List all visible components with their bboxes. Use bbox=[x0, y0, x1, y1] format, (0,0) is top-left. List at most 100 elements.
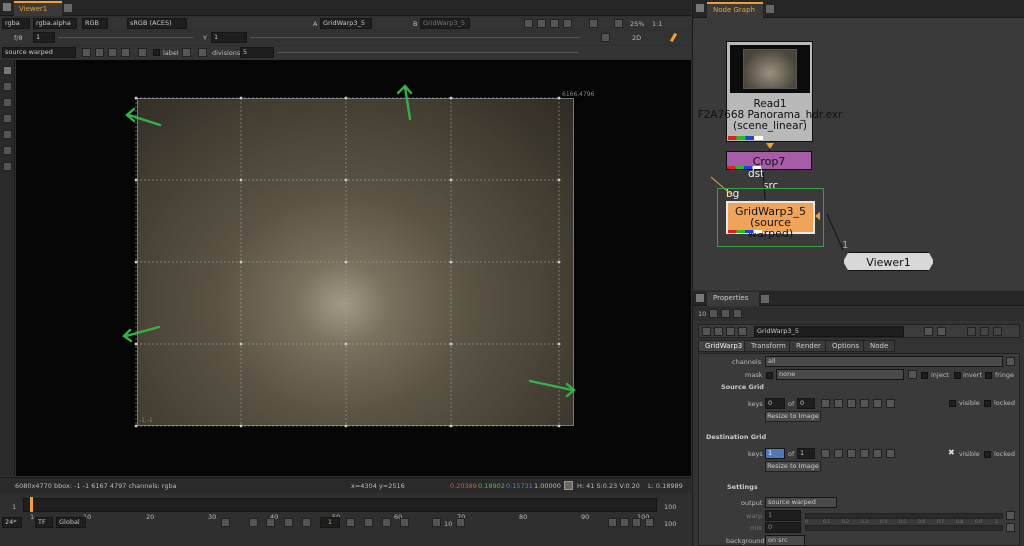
view-source-select[interactable]: source warped bbox=[2, 47, 76, 58]
key-first-icon[interactable] bbox=[821, 449, 830, 458]
step-forward-icon[interactable] bbox=[382, 518, 391, 527]
channels-menu-icon[interactable] bbox=[1006, 357, 1015, 366]
go-start-icon[interactable] bbox=[249, 518, 258, 527]
dst-locked-checkbox[interactable] bbox=[984, 451, 991, 458]
collapse-icon[interactable] bbox=[702, 327, 711, 336]
proxy-ratio[interactable]: 1:1 bbox=[652, 20, 662, 28]
lock-icon[interactable] bbox=[709, 309, 718, 318]
tab-close-icon[interactable] bbox=[64, 4, 72, 12]
timeline-track[interactable] bbox=[23, 497, 657, 512]
resize-to-image-dst-button[interactable]: Resize to Image bbox=[765, 461, 821, 472]
tab-close-icon[interactable] bbox=[766, 5, 774, 13]
subdivide-icon[interactable] bbox=[138, 48, 147, 57]
key-add-icon[interactable] bbox=[847, 399, 856, 408]
input-b-select[interactable]: GridWarp3_5 bbox=[420, 18, 470, 29]
grid-line-icon[interactable] bbox=[3, 146, 12, 155]
display-lut-select[interactable]: sRGB (ACES) bbox=[127, 18, 187, 29]
monitor-icon[interactable] bbox=[550, 19, 559, 28]
zoom-level[interactable]: 25% bbox=[630, 20, 644, 28]
background-select[interactable]: on src bbox=[765, 535, 805, 546]
revert-icon[interactable] bbox=[924, 327, 933, 336]
pane-menu-icon[interactable] bbox=[3, 3, 11, 11]
playback-mode-icon[interactable] bbox=[608, 518, 617, 527]
max-panels-count[interactable]: 10 bbox=[698, 310, 706, 318]
step-count[interactable]: 10 bbox=[444, 520, 452, 528]
skip-back-icon[interactable] bbox=[432, 518, 441, 527]
tab-transform[interactable]: Transform bbox=[744, 340, 793, 352]
mask-select[interactable]: none bbox=[776, 369, 904, 380]
mask-channel-icon[interactable] bbox=[908, 370, 917, 379]
select-tool-icon[interactable] bbox=[3, 66, 12, 75]
minimize-icon[interactable] bbox=[967, 327, 976, 336]
dst-visible-checkmark-icon[interactable]: ✖ bbox=[948, 448, 955, 457]
paint-brush-icon[interactable] bbox=[669, 32, 678, 43]
inject-checkbox[interactable] bbox=[921, 372, 928, 379]
tab-viewer[interactable]: Viewer1 bbox=[14, 1, 62, 16]
gamma-slider[interactable] bbox=[250, 37, 580, 38]
alpha-channel-select[interactable]: rgba.alpha bbox=[33, 18, 77, 29]
maximize-icon[interactable] bbox=[980, 327, 989, 336]
key-prev-icon[interactable] bbox=[834, 399, 843, 408]
pane-menu-icon[interactable] bbox=[696, 294, 704, 302]
grid-overlay[interactable] bbox=[16, 60, 691, 476]
channels-select[interactable]: rgba bbox=[2, 18, 30, 29]
step-back-icon[interactable] bbox=[266, 518, 275, 527]
prev-key-icon[interactable] bbox=[284, 518, 293, 527]
node-name-field[interactable]: GridWarp3_5 bbox=[754, 326, 904, 337]
grid-cell-icon[interactable] bbox=[3, 162, 12, 171]
next-key-icon[interactable] bbox=[364, 518, 373, 527]
tab-render[interactable]: Render bbox=[789, 340, 828, 352]
flipbook-icon[interactable] bbox=[632, 518, 641, 527]
viewer-icon[interactable] bbox=[726, 327, 735, 336]
key-first-icon[interactable] bbox=[821, 399, 830, 408]
close-panel-icon[interactable] bbox=[993, 327, 1002, 336]
gamma-field[interactable]: 1 bbox=[211, 32, 247, 43]
gain-slider[interactable] bbox=[58, 37, 193, 38]
src-visible-checkbox[interactable] bbox=[949, 400, 956, 407]
wipe-icon[interactable] bbox=[524, 19, 533, 28]
playhead[interactable] bbox=[30, 497, 33, 512]
tf-select[interactable]: TF bbox=[35, 517, 53, 528]
pencil-icon[interactable] bbox=[733, 309, 742, 318]
settings-icon[interactable] bbox=[738, 327, 747, 336]
src-locked-checkbox[interactable] bbox=[984, 400, 991, 407]
warp-slider[interactable] bbox=[805, 513, 1003, 519]
move-icon[interactable] bbox=[182, 48, 191, 57]
grid-point-icon[interactable] bbox=[3, 130, 12, 139]
end-frame-box[interactable]: 100 bbox=[664, 520, 676, 528]
divisions-icon[interactable] bbox=[198, 48, 207, 57]
output-select[interactable]: source warped bbox=[765, 497, 837, 508]
key-last-icon[interactable] bbox=[886, 399, 895, 408]
fringe-checkbox[interactable] bbox=[985, 372, 992, 379]
display-rgb-select[interactable]: RGB bbox=[82, 18, 108, 29]
float-icon[interactable] bbox=[721, 309, 730, 318]
invert-checkbox[interactable] bbox=[954, 372, 961, 379]
grid-tool3-icon[interactable] bbox=[121, 48, 130, 57]
label-checkbox[interactable] bbox=[153, 49, 160, 56]
fps-select[interactable]: 24* bbox=[2, 517, 22, 528]
range-select[interactable]: Global bbox=[56, 517, 86, 528]
text-tool-icon[interactable] bbox=[82, 48, 91, 57]
in-out-icon[interactable] bbox=[221, 518, 230, 527]
dst-keys-field[interactable]: 1 bbox=[765, 448, 785, 459]
loop-icon[interactable] bbox=[620, 518, 629, 527]
tab-options[interactable]: Options bbox=[825, 340, 867, 352]
go-end-icon[interactable] bbox=[400, 518, 409, 527]
tab-gridwarp[interactable]: GridWarp3 bbox=[698, 340, 750, 352]
resize-to-image-src-button[interactable]: Resize to Image bbox=[765, 411, 821, 422]
divisions-field[interactable]: 5 bbox=[240, 47, 274, 58]
transform-tool-icon[interactable] bbox=[3, 114, 12, 123]
key-delete-icon[interactable] bbox=[860, 449, 869, 458]
lut-icon[interactable] bbox=[563, 19, 572, 28]
warp-field[interactable]: 1 bbox=[765, 510, 801, 521]
node-color-icon[interactable] bbox=[714, 327, 723, 336]
grid-tool-icon[interactable] bbox=[95, 48, 104, 57]
tab-properties[interactable]: Properties bbox=[707, 292, 759, 306]
key-prev-icon[interactable] bbox=[834, 449, 843, 458]
tab-node-graph[interactable]: Node Graph bbox=[707, 2, 763, 18]
gain-field[interactable]: 1 bbox=[33, 32, 55, 43]
viewer-node[interactable]: Viewer1 bbox=[843, 252, 934, 271]
viewport[interactable]: 6166,4796 -1,-1 bbox=[16, 60, 691, 476]
src-keys-field[interactable]: 0 bbox=[765, 398, 785, 409]
key-last-icon[interactable] bbox=[886, 449, 895, 458]
